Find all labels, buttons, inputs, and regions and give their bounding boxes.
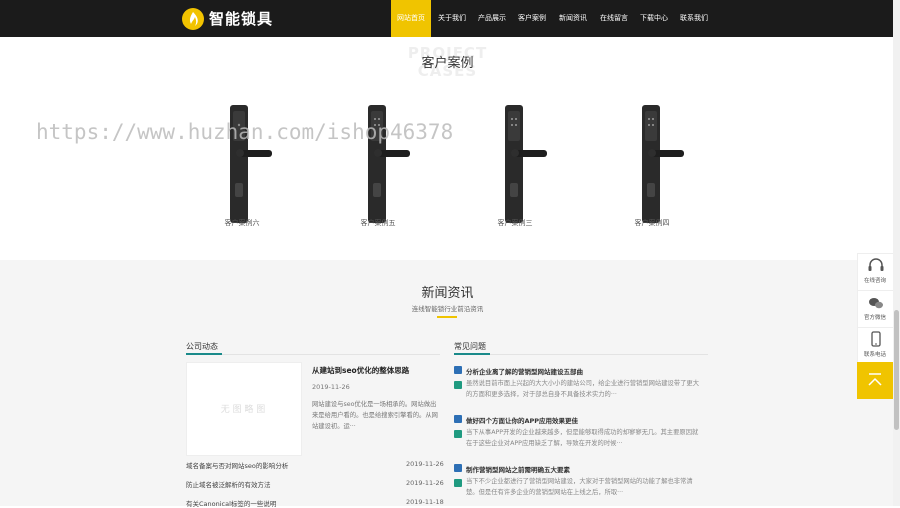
- case-image[interactable]: [501, 103, 547, 225]
- no-image-text: 无 图 略 图: [220, 405, 266, 415]
- news-list-date: 2019-11-18: [406, 498, 444, 506]
- wechat-label: 官方微信: [863, 315, 886, 321]
- faq-answer: 当下不少企业都进行了营销型网站建设，大家对于营销型网站的功能了解也非常清楚。但是…: [466, 478, 693, 496]
- logo-text[interactable]: 智能锁具: [209, 8, 273, 29]
- faq-heading[interactable]: 常见问题: [454, 341, 486, 352]
- scrollbar-thumb[interactable]: [894, 310, 899, 430]
- news-subtitle: 连线智能锁行业前沿资讯: [411, 305, 484, 313]
- wechat-button[interactable]: [857, 290, 895, 328]
- nav-about[interactable]: 关于我们: [432, 0, 472, 37]
- nav-products[interactable]: 产品展示: [473, 0, 511, 37]
- featured-news-title[interactable]: 从建站到seo优化的整体思路: [312, 365, 409, 376]
- consult-button[interactable]: [857, 253, 895, 291]
- phone-icon: [871, 331, 881, 347]
- answer-icon: [454, 430, 462, 438]
- case-label[interactable]: 客户案例六: [197, 218, 287, 228]
- news-title-underline: [437, 316, 457, 318]
- news-list-title[interactable]: 域名备案与否对网站seo的影响分析: [186, 460, 288, 470]
- faq-answer: 当下从事APP开发的企业越来越多，但是能够取得成功的却寥寥无几。其主要原因就在于…: [466, 429, 699, 447]
- nav-message[interactable]: 在线留言: [594, 0, 634, 37]
- nav-download[interactable]: 下载中心: [635, 0, 673, 37]
- logo-icon[interactable]: [182, 8, 204, 30]
- divider: [454, 354, 708, 355]
- news-list-title[interactable]: 有关Canonical标签的一些说明: [186, 498, 276, 508]
- faq-question[interactable]: 制作营销型网站之前需明确五大要素: [466, 464, 570, 474]
- watermark-text: https://www.huzhan.com/ishop46378: [36, 120, 454, 144]
- faq-answer: 虽然说目前市面上兴起的大大小小的建站公司，给企业进行营销型网站建设带了更大的方面…: [466, 380, 699, 398]
- nav-news[interactable]: 新闻资讯: [553, 0, 593, 37]
- heading-underline: [186, 353, 222, 355]
- wechat-icon: [869, 298, 883, 309]
- answer-icon: [454, 381, 462, 389]
- featured-news-date: 2019-11-26: [312, 383, 350, 391]
- case-image[interactable]: [638, 103, 684, 225]
- company-news-heading[interactable]: 公司动态: [186, 341, 218, 352]
- scrollbar-track[interactable]: [893, 0, 900, 506]
- question-icon: [454, 366, 462, 374]
- news-list-date: 2019-11-26: [406, 479, 444, 487]
- news-list-title[interactable]: 防止域名被泛解析的有效方法: [186, 479, 271, 489]
- case-label[interactable]: 客户案例五: [333, 218, 423, 228]
- faq-question[interactable]: 分析企业离了解的营销型网站建设五部曲: [466, 366, 583, 376]
- faq-question[interactable]: 做好四个方面让你的APP应用效果更佳: [466, 415, 578, 425]
- news-list-date: 2019-11-26: [406, 460, 444, 468]
- phone-label: 联系电话: [863, 352, 886, 358]
- case-label[interactable]: 客户案例三: [470, 218, 560, 228]
- news-title: 新闻资讯: [421, 286, 474, 301]
- arrow-up-icon: [868, 373, 882, 386]
- cases-title: 客户案例: [421, 56, 474, 71]
- question-icon: [454, 464, 462, 472]
- headset-icon: [868, 258, 884, 271]
- case-label[interactable]: 客户案例四: [607, 218, 697, 228]
- nav-home[interactable]: 网站首页: [391, 0, 431, 37]
- nav-cases[interactable]: 客户案例: [513, 0, 551, 37]
- nav-contact[interactable]: 联系我们: [675, 0, 713, 37]
- question-icon: [454, 415, 462, 423]
- featured-news-desc: 网站建设与seo优化是一场相承的。网站做出来是给用户看的。也是给搜索引擎看的。从…: [312, 401, 438, 430]
- heading-underline: [454, 353, 490, 355]
- divider: [186, 354, 440, 355]
- consult-label: 在线咨询: [863, 278, 886, 284]
- phone-button[interactable]: [857, 327, 895, 365]
- answer-icon: [454, 479, 462, 487]
- back-to-top-button[interactable]: [857, 362, 893, 399]
